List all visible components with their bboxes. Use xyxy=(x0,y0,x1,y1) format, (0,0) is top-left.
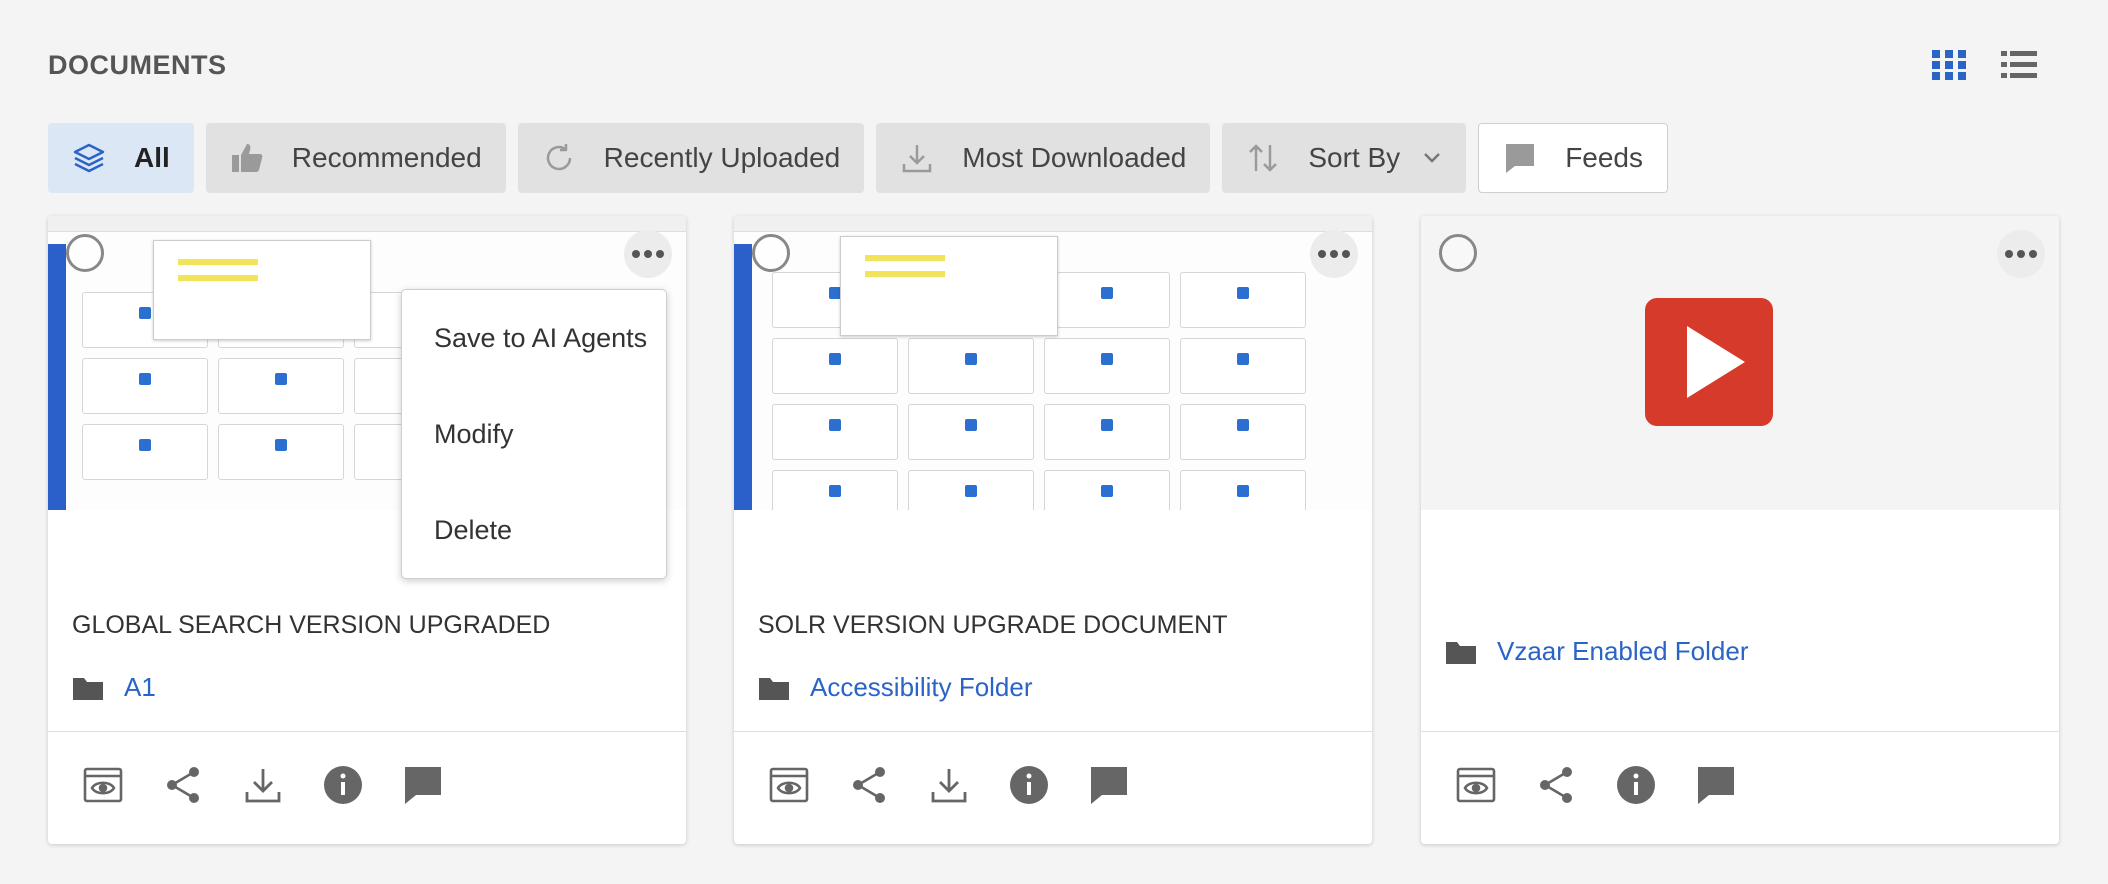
select-checkbox[interactable] xyxy=(66,234,104,272)
info-icon[interactable] xyxy=(1008,764,1050,806)
filter-most-downloaded-label: Most Downloaded xyxy=(962,142,1187,173)
info-icon[interactable] xyxy=(322,764,364,806)
chevron-down-icon xyxy=(1424,153,1441,163)
select-checkbox[interactable] xyxy=(752,234,790,272)
view-icon[interactable] xyxy=(768,764,810,806)
thumbs-up-icon xyxy=(231,144,263,172)
list-view-icon[interactable] xyxy=(2000,48,2038,82)
filter-most-downloaded[interactable]: Most Downloaded xyxy=(876,123,1211,193)
document-thumbnail[interactable] xyxy=(734,216,1372,510)
more-options-button[interactable] xyxy=(1310,230,1358,278)
sort-by-dropdown[interactable]: Sort By xyxy=(1222,123,1467,193)
filter-bar: All Recommended Recently Uploaded Most D… xyxy=(48,123,1669,193)
folder-icon xyxy=(1446,641,1476,664)
menu-item-save-to-ai-agents[interactable]: Save to AI Agents xyxy=(402,318,666,414)
refresh-icon xyxy=(546,144,571,171)
folder-link[interactable]: Vzaar Enabled Folder xyxy=(1445,636,1748,667)
folder-link[interactable]: A1 xyxy=(72,672,156,703)
filter-recently-uploaded[interactable]: Recently Uploaded xyxy=(517,123,865,193)
sort-icon xyxy=(1249,144,1278,172)
play-video-icon[interactable] xyxy=(1645,298,1773,426)
folder-name: Accessibility Folder xyxy=(810,672,1033,702)
share-icon[interactable] xyxy=(1535,764,1577,806)
folder-name: Vzaar Enabled Folder xyxy=(1497,636,1749,666)
filter-recommended-label: Recommended xyxy=(291,142,482,173)
view-icon[interactable] xyxy=(82,764,124,806)
download-icon[interactable] xyxy=(928,764,970,806)
document-title[interactable]: GLOBAL SEARCH VERSION UPGRADED xyxy=(72,611,550,640)
filter-feeds[interactable]: Feeds xyxy=(1478,123,1669,193)
share-icon[interactable] xyxy=(848,764,890,806)
download-icon[interactable] xyxy=(242,764,284,806)
filter-recommended[interactable]: Recommended xyxy=(205,123,506,193)
layers-icon xyxy=(73,143,105,173)
card-actions xyxy=(1455,764,1737,806)
download-icon xyxy=(903,145,932,173)
filter-all-label: All xyxy=(134,142,170,173)
card-actions xyxy=(768,764,1130,806)
sort-by-label: Sort By xyxy=(1308,142,1401,173)
filter-recently-uploaded-label: Recently Uploaded xyxy=(603,142,841,173)
folder-icon xyxy=(73,677,103,700)
document-card[interactable]: SOLR VERSION UPGRADE DOCUMENT Accessibil… xyxy=(734,216,1372,844)
select-checkbox[interactable] xyxy=(1439,234,1477,272)
more-options-button[interactable] xyxy=(1997,230,2045,278)
view-icon[interactable] xyxy=(1455,764,1497,806)
share-icon[interactable] xyxy=(162,764,204,806)
info-icon[interactable] xyxy=(1615,764,1657,806)
document-thumbnail[interactable] xyxy=(1421,216,2059,510)
folder-name: A1 xyxy=(124,672,156,702)
document-card[interactable]: Vzaar Enabled Folder xyxy=(1421,216,2059,844)
comment-icon[interactable] xyxy=(1088,764,1130,806)
menu-item-delete[interactable]: Delete xyxy=(402,510,666,606)
folder-icon xyxy=(759,677,789,700)
comment-icon xyxy=(1506,144,1535,173)
more-options-button[interactable] xyxy=(624,230,672,278)
card-actions xyxy=(82,764,444,806)
view-toggle xyxy=(1930,48,2038,82)
grid-view-icon[interactable] xyxy=(1930,48,1968,82)
document-title[interactable]: SOLR VERSION UPGRADE DOCUMENT xyxy=(758,611,1228,640)
menu-item-modify[interactable]: Modify xyxy=(402,414,666,510)
comment-icon[interactable] xyxy=(1695,764,1737,806)
folder-link[interactable]: Accessibility Folder xyxy=(758,672,1033,703)
card-context-menu: Save to AI Agents Modify Delete xyxy=(401,289,667,579)
filter-feeds-label: Feeds xyxy=(1565,142,1644,173)
page-title: DOCUMENTS xyxy=(48,50,227,80)
comment-icon[interactable] xyxy=(402,764,444,806)
filter-all[interactable]: All xyxy=(48,123,194,193)
